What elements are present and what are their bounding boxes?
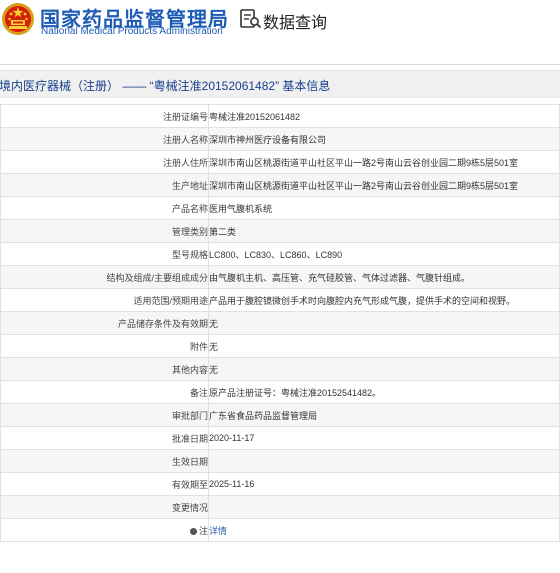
field-value: 深圳市南山区桃源街道平山社区平山一路2号南山云谷创业园二期9栋5层501室 [208, 173, 560, 197]
table-row: 注册证编号 粤械注准20152061482 [0, 104, 560, 128]
field-value: 无 [208, 334, 560, 358]
table-row: 变更情况 [0, 495, 560, 519]
field-value: 广东省食品药品监督管理局 [208, 403, 560, 427]
field-value [208, 495, 560, 519]
record-title-bar: 境内医疗器械（注册） —— “粤械注准20152061482” 基本信息 [0, 70, 560, 98]
table-row: 产品名称 医用气腹机系统 [0, 196, 560, 220]
table-row: 注册人住所 深圳市南山区桃源街道平山社区平山一路2号南山云谷创业园二期9栋5层50… [0, 150, 560, 174]
field-label: 适用范围/预期用途 [0, 288, 209, 312]
brand-name-en: National Medical Products Administration [41, 26, 223, 37]
note-value-cell: 详情 [208, 518, 560, 542]
table-row: 型号规格 LC800、LC830、LC860、LC890 [0, 242, 560, 266]
field-label: 结构及组成/主要组成成分 [0, 265, 209, 289]
field-value: 粤械注准20152061482 [208, 104, 560, 128]
field-label: 生产地址 [0, 173, 209, 197]
field-label: 注册人住所 [0, 150, 209, 174]
table-row: 批准日期 2020-11-17 [0, 426, 560, 450]
field-value: 2025-11-16 [208, 472, 560, 496]
table-row: 产品储存条件及有效期无 [0, 311, 560, 335]
table-row: 结构及组成/主要组成成分 由气腹机主机、高压管、充气硅胶管、气体过滤器、气腹针组成… [0, 265, 560, 289]
table-row: 审批部门 广东省食品药品监督管理局 [0, 403, 560, 427]
detail-table: 注册证编号 粤械注准20152061482 注册人名称 深圳市神州医疗设备有限公司 注册… [0, 104, 560, 542]
field-label: 管理类别 [0, 219, 209, 243]
table-row: 注详情 [0, 518, 560, 542]
table-row: 有效期至 2025-11-16 [0, 472, 560, 496]
note-label-cell: 注 [0, 518, 209, 542]
record-title: 境内医疗器械（注册） —— “粤械注准20152061482” 基本信息 [0, 79, 331, 93]
field-value: 由气腹机主机、高压管、充气硅胶管、气体过滤器、气腹针组成。 [208, 265, 560, 289]
field-value: 无 [208, 311, 560, 335]
field-label: 注册证编号 [0, 104, 209, 128]
table-row: 备注 原产品注册证号：粤械注准20152541482。 [0, 380, 560, 404]
field-label: 其他内容 [0, 357, 209, 381]
table-row: 适用范围/预期用途 产品用于腹腔镜微创手术时向腹腔内充气形成气腹，提供手术的空间和… [0, 288, 560, 312]
field-value: 原产品注册证号：粤械注准20152541482。 [208, 380, 560, 404]
field-label: 变更情况 [0, 495, 209, 519]
field-value: 无 [208, 357, 560, 381]
details-link[interactable]: 详情 [210, 526, 228, 536]
field-label: 生效日期 [0, 449, 209, 473]
site-header: 国家药品监督管理局 National Medical Products Admi… [0, 0, 560, 42]
field-label: 注册人名称 [0, 127, 209, 151]
table-row: 注册人名称 深圳市神州医疗设备有限公司 [0, 127, 560, 151]
field-value: 2020-11-17 [208, 426, 560, 450]
field-value: 第二类 [208, 219, 560, 243]
table-row: 生产地址 深圳市南山区桃源街道平山社区平山一路2号南山云谷创业园二期9栋5层501… [0, 173, 560, 197]
field-label: 备注 [0, 380, 209, 404]
database-search-icon [240, 9, 262, 29]
table-row: 其他内容无 [0, 357, 560, 381]
table-row: 附件无 [0, 334, 560, 358]
note-icon [189, 527, 197, 535]
field-value: LC800、LC830、LC860、LC890 [208, 242, 560, 266]
field-label: 产品储存条件及有效期 [0, 311, 209, 335]
table-row: 生效日期 [0, 449, 560, 473]
field-value: 深圳市南山区桃源街道平山社区平山一路2号南山云谷创业园二期9栋5层501室 [208, 150, 560, 174]
header-divider [0, 64, 560, 65]
field-value [208, 449, 560, 473]
note-label: 注 [198, 525, 208, 536]
field-label: 附件 [0, 334, 209, 358]
field-value: 医用气腹机系统 [208, 196, 560, 220]
field-value: 产品用于腹腔镜微创手术时向腹腔内充气形成气腹，提供手术的空间和视野。 [208, 288, 560, 312]
field-label: 有效期至 [0, 472, 209, 496]
field-label: 批准日期 [0, 426, 209, 450]
field-label: 型号规格 [0, 242, 209, 266]
national-emblem-icon [2, 3, 34, 35]
field-label: 产品名称 [0, 196, 209, 220]
field-label: 审批部门 [0, 403, 209, 427]
table-row: 管理类别 第二类 [0, 219, 560, 243]
data-query-title: 数据查询 [263, 15, 328, 32]
field-value: 深圳市神州医疗设备有限公司 [208, 127, 560, 151]
